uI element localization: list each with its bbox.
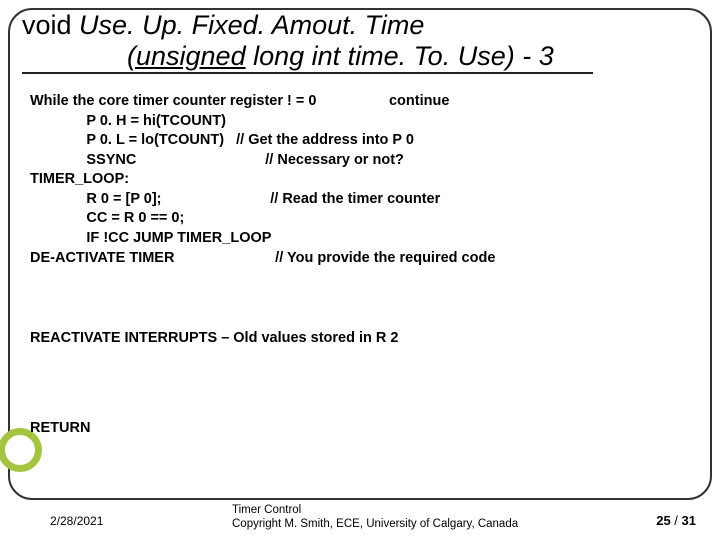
footer-title: Timer Control	[232, 504, 518, 518]
code-line: P 0. H = hi(TCOUNT)	[30, 112, 700, 132]
code-line: IF !CC JUMP TIMER_LOOP	[30, 229, 700, 249]
title-void: void	[22, 10, 79, 40]
page-current: 25	[656, 513, 670, 528]
footer-date: 2/28/2021	[50, 514, 103, 528]
code-block: While the core timer counter register ! …	[30, 92, 700, 268]
footer-center: Timer Control Copyright M. Smith, ECE, U…	[232, 504, 518, 532]
reactivate-note: REACTIVATE INTERRUPTS – Old values store…	[30, 330, 398, 346]
page-total: 31	[682, 513, 696, 528]
return-note: RETURN	[30, 420, 90, 436]
code-line: DE-ACTIVATE TIMER // You provide the req…	[30, 249, 700, 269]
title-signature-rest: long int time. To. Use) - 3	[246, 41, 554, 71]
title-funcname: Use. Up. Fixed. Amout. Time	[79, 10, 424, 40]
code-line: P 0. L = lo(TCOUNT) // Get the address i…	[30, 131, 700, 151]
title-keyword: (unsigned	[127, 41, 246, 71]
footer-copyright: Copyright M. Smith, ECE, University of C…	[232, 518, 518, 532]
code-line: R 0 = [P 0]; // Read the timer counter	[30, 190, 700, 210]
code-line: CC = R 0 == 0;	[30, 209, 700, 229]
footer-page: 25 / 31	[656, 513, 696, 528]
page-sep: /	[671, 513, 682, 528]
code-line: TIMER_LOOP:	[30, 170, 700, 190]
slide-title: void Use. Up. Fixed. Amout. Time (unsign…	[22, 10, 698, 74]
code-line: continue	[389, 93, 449, 109]
code-line: While the core timer counter register ! …	[30, 93, 316, 109]
code-line: SSYNC // Necessary or not?	[30, 151, 700, 171]
